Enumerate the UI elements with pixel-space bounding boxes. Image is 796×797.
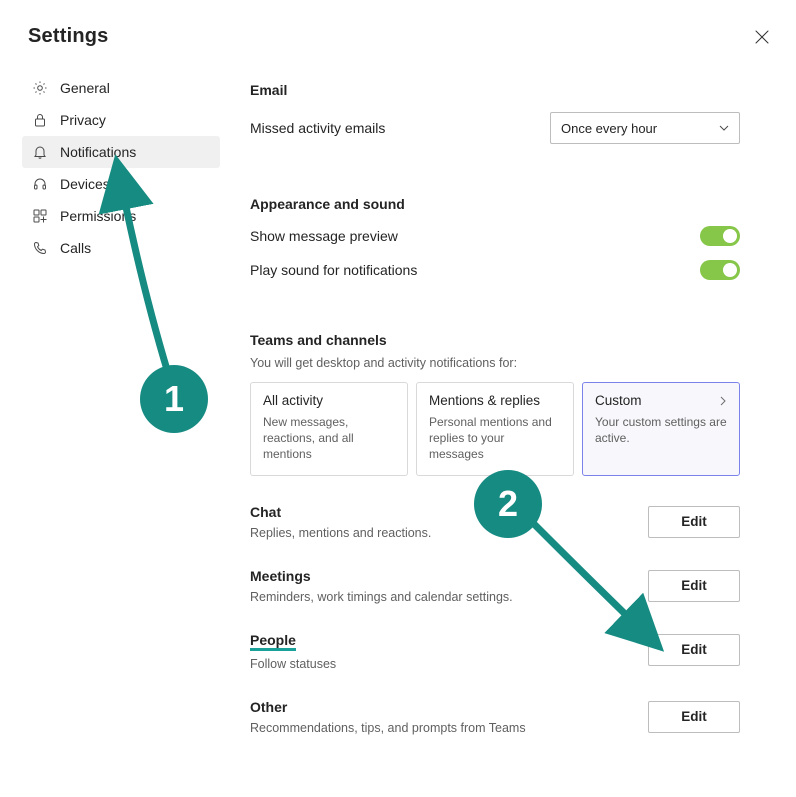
annotation-bubble-1: 1 bbox=[140, 365, 208, 433]
card-desc: Personal mentions and replies to your me… bbox=[429, 414, 561, 463]
page-title: Settings bbox=[28, 25, 109, 48]
show-preview-label: Show message preview bbox=[250, 228, 398, 244]
headphones-icon bbox=[30, 176, 50, 192]
card-title: All activity bbox=[263, 393, 395, 408]
sidebar-item-label: Permissions bbox=[60, 208, 136, 224]
card-all-activity[interactable]: All activity New messages, reactions, an… bbox=[250, 382, 408, 476]
chat-section-title: Chat bbox=[250, 504, 281, 520]
sidebar-item-privacy[interactable]: Privacy bbox=[22, 104, 220, 136]
phone-icon bbox=[30, 240, 50, 256]
sidebar-item-permissions[interactable]: Permissions bbox=[22, 200, 220, 232]
teams-hint: You will get desktop and activity notifi… bbox=[250, 356, 740, 370]
card-desc: New messages, reactions, and all mention… bbox=[263, 414, 395, 463]
sidebar-item-label: Calls bbox=[60, 240, 91, 256]
card-custom[interactable]: Custom Your custom settings are active. bbox=[582, 382, 740, 476]
meetings-edit-button[interactable]: Edit bbox=[648, 570, 740, 602]
people-edit-button[interactable]: Edit bbox=[648, 634, 740, 666]
play-sound-label: Play sound for notifications bbox=[250, 262, 417, 278]
apps-icon bbox=[30, 208, 50, 224]
section-title-appearance: Appearance and sound bbox=[250, 196, 740, 212]
play-sound-toggle[interactable] bbox=[700, 260, 740, 280]
other-edit-button[interactable]: Edit bbox=[648, 701, 740, 733]
gear-icon bbox=[30, 80, 50, 96]
chevron-down-icon bbox=[717, 121, 731, 135]
section-title-teams: Teams and channels bbox=[250, 332, 740, 348]
annotation-bubble-2: 2 bbox=[474, 470, 542, 538]
chevron-right-icon bbox=[717, 395, 729, 407]
people-section-desc: Follow statuses bbox=[250, 657, 336, 671]
meetings-section-title: Meetings bbox=[250, 568, 311, 584]
show-preview-toggle[interactable] bbox=[700, 226, 740, 246]
sidebar-item-label: Privacy bbox=[60, 112, 106, 128]
lock-icon bbox=[30, 112, 50, 128]
card-title: Custom bbox=[595, 393, 727, 408]
close-button[interactable] bbox=[752, 27, 772, 47]
other-section-title: Other bbox=[250, 699, 287, 715]
main-content: Email Missed activity emails Once every … bbox=[220, 72, 796, 763]
sidebar-item-calls[interactable]: Calls bbox=[22, 232, 220, 264]
missed-emails-dropdown[interactable]: Once every hour bbox=[550, 112, 740, 144]
close-icon bbox=[755, 30, 769, 44]
chat-section-desc: Replies, mentions and reactions. bbox=[250, 526, 431, 540]
bell-icon bbox=[30, 144, 50, 160]
meetings-section-desc: Reminders, work timings and calendar set… bbox=[250, 590, 513, 604]
sidebar-item-label: Notifications bbox=[60, 144, 136, 160]
missed-emails-value: Once every hour bbox=[561, 121, 657, 136]
sidebar-item-devices[interactable]: Devices bbox=[22, 168, 220, 200]
people-section-title: People bbox=[250, 632, 296, 651]
chat-edit-button[interactable]: Edit bbox=[648, 506, 740, 538]
card-desc: Your custom settings are active. bbox=[595, 414, 727, 446]
sidebar-item-label: General bbox=[60, 80, 110, 96]
other-section-desc: Recommendations, tips, and prompts from … bbox=[250, 721, 526, 735]
sidebar-item-label: Devices bbox=[60, 176, 110, 192]
missed-emails-label: Missed activity emails bbox=[250, 120, 385, 136]
sidebar-item-notifications[interactable]: Notifications bbox=[22, 136, 220, 168]
sidebar-item-general[interactable]: General bbox=[22, 72, 220, 104]
card-title: Mentions & replies bbox=[429, 393, 561, 408]
card-mentions-replies[interactable]: Mentions & replies Personal mentions and… bbox=[416, 382, 574, 476]
section-title-email: Email bbox=[250, 82, 740, 98]
